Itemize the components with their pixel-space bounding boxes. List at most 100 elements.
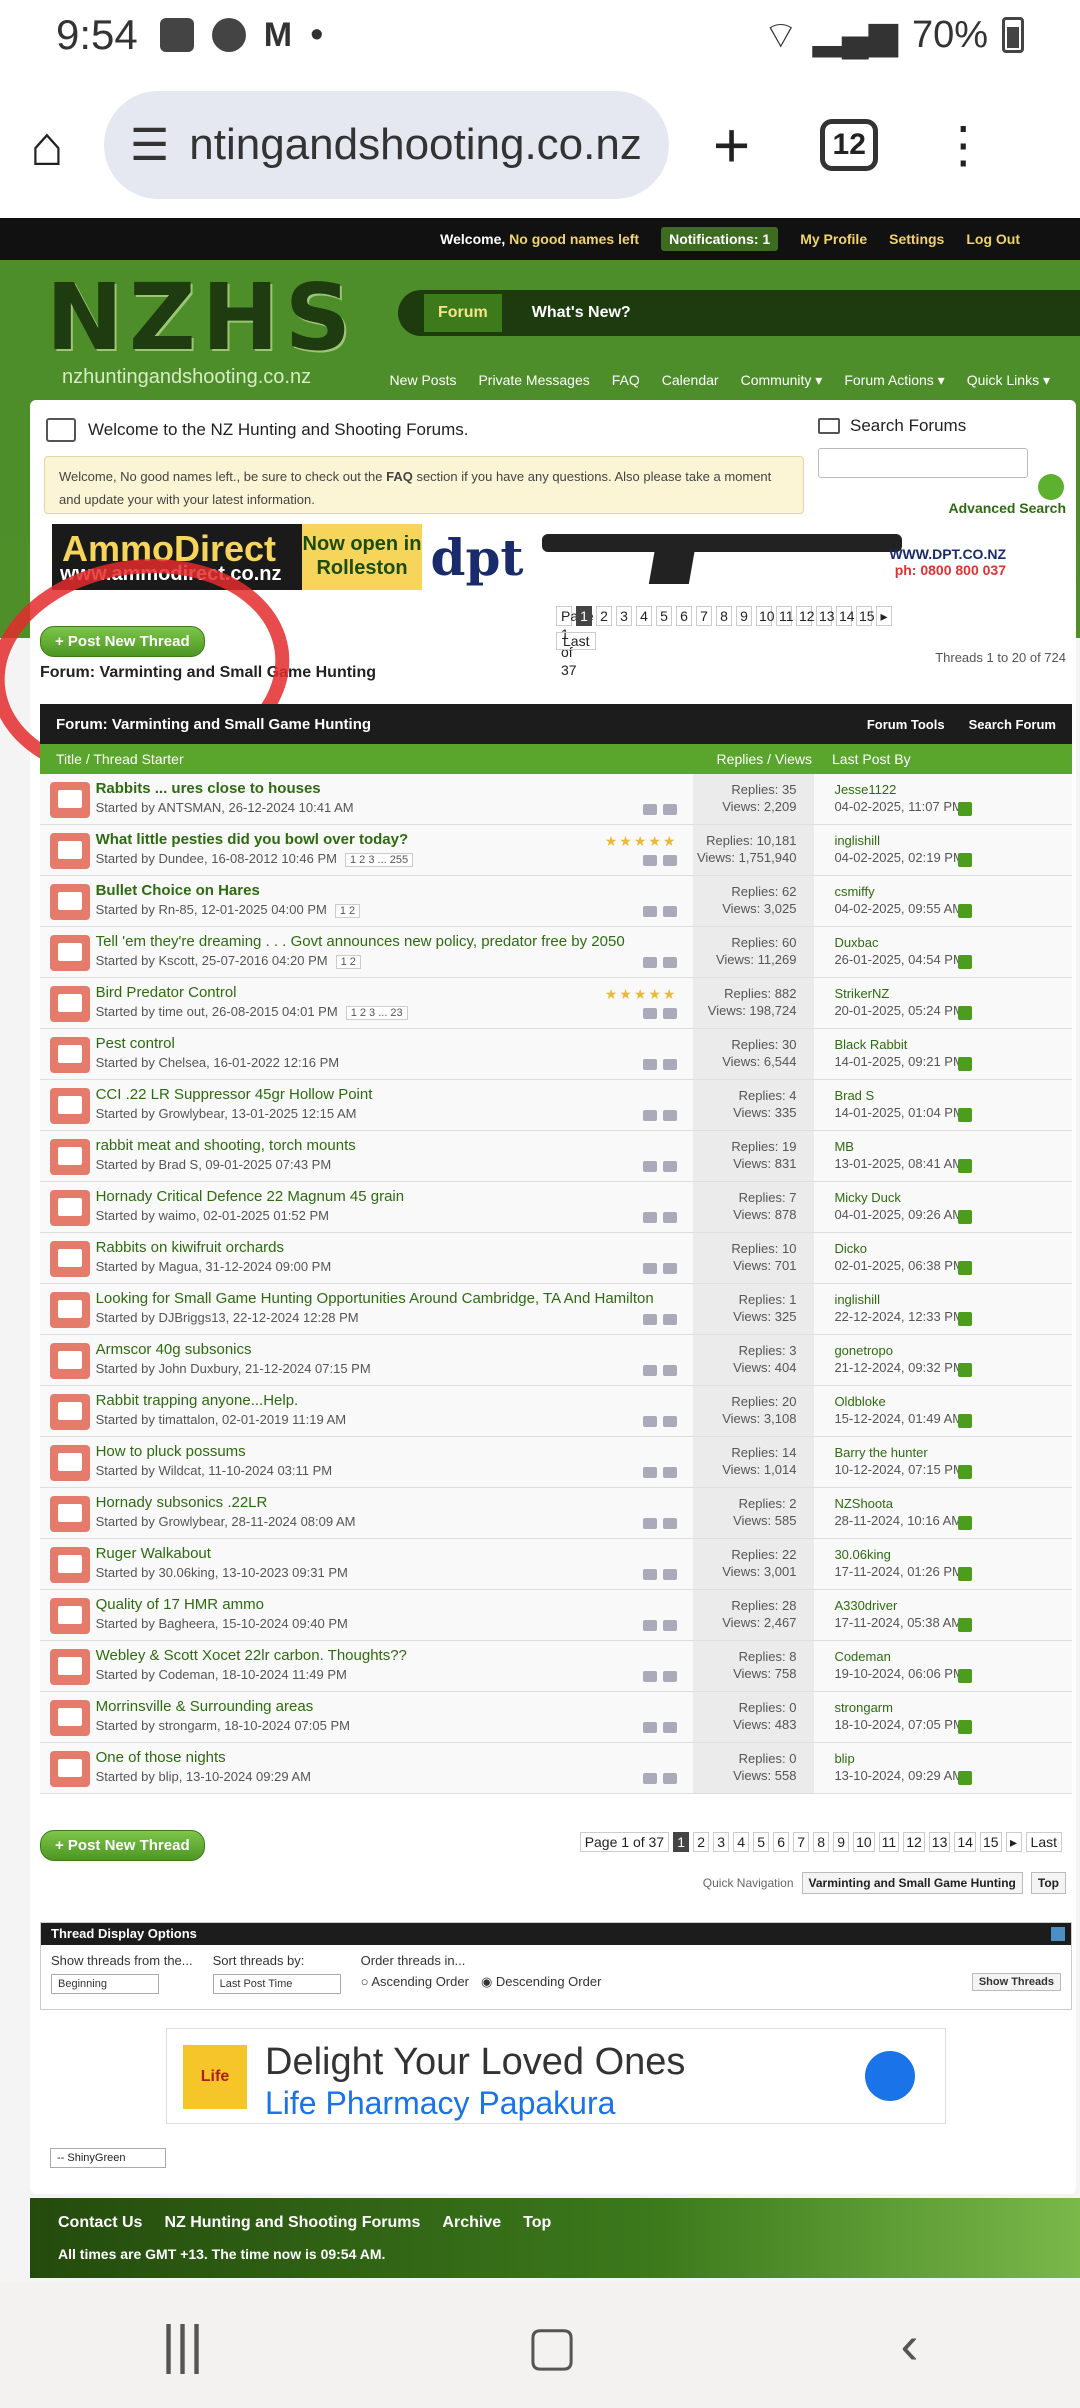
last-post-user[interactable]: csmiffy [834, 883, 1072, 900]
last-post-user[interactable]: inglishill [834, 832, 1072, 849]
my-profile-link[interactable]: My Profile [800, 231, 867, 247]
col-last-post-by[interactable]: Last Post By [812, 751, 911, 767]
home-icon[interactable]: ⌂ [30, 113, 64, 178]
table-row[interactable]: Hornady subsonics .22LR Started by Growly… [40, 1488, 1072, 1539]
page-12[interactable]: 12 [903, 1832, 925, 1852]
go-to-last-post-icon[interactable] [958, 1108, 973, 1122]
page-14[interactable]: 14 [954, 1832, 976, 1852]
table-row[interactable]: Rabbit trapping anyone...Help. Started by… [40, 1386, 1072, 1437]
thread-title-link[interactable]: Armscor 40g subsonics [96, 1341, 694, 1358]
forum-tools-dropdown[interactable]: Forum Tools [867, 717, 945, 732]
logout-link[interactable]: Log Out [966, 231, 1020, 247]
subnav-community[interactable]: Community ▾ [741, 372, 823, 389]
address-bar[interactable]: ☰ ntingandshooting.co.nz [103, 91, 669, 199]
go-to-last-post-icon[interactable] [958, 1210, 973, 1224]
page-of-label[interactable]: Page 1 of 37 [556, 606, 594, 678]
home-nav-icon[interactable]: ▢ [527, 2314, 578, 2377]
go-to-last-post-icon[interactable] [958, 1720, 973, 1734]
page-of-label[interactable]: Page 1 of 37 [579, 1832, 670, 1852]
page-5[interactable]: 5 [656, 606, 672, 626]
go-to-last-post-icon[interactable] [958, 1312, 973, 1326]
page-7[interactable]: 7 [696, 606, 712, 626]
page-5[interactable]: 5 [753, 1832, 770, 1852]
page-15[interactable]: 15 [856, 606, 875, 626]
last-post-user[interactable]: inglishill [834, 1291, 1072, 1308]
go-to-last-post-icon[interactable] [958, 904, 973, 918]
page-10[interactable]: 10 [756, 606, 775, 626]
next-page-icon[interactable]: ▸ [1005, 1832, 1022, 1852]
back-icon[interactable]: ‹ [901, 2314, 919, 2376]
footer-archive[interactable]: Archive [442, 2214, 501, 2232]
subnav-faq[interactable]: FAQ [612, 372, 640, 389]
page-12[interactable]: 12 [796, 606, 815, 626]
go-to-last-post-icon[interactable] [958, 802, 973, 816]
page-7[interactable]: 7 [793, 1832, 810, 1852]
search-input[interactable] [818, 448, 1028, 478]
last-post-user[interactable]: Barry the hunter [834, 1444, 1072, 1461]
go-to-last-post-icon[interactable] [958, 1057, 973, 1071]
subnav-new-posts[interactable]: New Posts [390, 372, 457, 389]
thread-title-link[interactable]: Quality of 17 HMR ammo [96, 1596, 694, 1613]
page-9[interactable]: 9 [833, 1832, 850, 1852]
thread-pages[interactable]: 1 2 3 ... 23 [345, 1006, 408, 1020]
thread-pages-text[interactable]: 1 2 3 ... 255 [344, 853, 414, 867]
thread-title-link[interactable]: Pest control [96, 1035, 694, 1052]
table-row[interactable]: Rabbits on kiwifruit orchards Started by … [40, 1233, 1072, 1284]
page-9[interactable]: 9 [736, 606, 752, 626]
username-link[interactable]: No good names left [509, 231, 639, 247]
site-logo[interactable]: NZHS nzhuntingandshooting.co.nz [46, 272, 356, 390]
page-2[interactable]: 2 [596, 606, 612, 626]
more-menu-icon[interactable]: ⋮ [938, 116, 988, 174]
dpt-ad[interactable]: WWW.DPT.CO.NZ ph: 0800 800 037 [532, 524, 1076, 590]
top-button[interactable]: Top [1030, 1872, 1066, 1894]
last-post-user[interactable]: Dicko [834, 1240, 1072, 1257]
collapse-icon[interactable] [1051, 1927, 1065, 1941]
last-post-user[interactable]: Jesse1122 [834, 781, 1072, 798]
notifications-dropdown[interactable]: Notifications: 1 [661, 227, 779, 251]
go-to-last-post-icon[interactable] [958, 1465, 973, 1479]
style-chooser[interactable]: -- ShinyGreen [50, 2148, 166, 2168]
page-13[interactable]: 13 [816, 606, 835, 626]
page-4[interactable]: 4 [733, 1832, 750, 1852]
footer-home[interactable]: NZ Hunting and Shooting Forums [164, 2214, 420, 2232]
thread-title-link[interactable]: Looking for Small Game Hunting Opportuni… [96, 1290, 694, 1307]
thread-pages-text[interactable]: 1 2 3 ... 23 [345, 1006, 408, 1020]
thread-title-link[interactable]: rabbit meat and shooting, torch mounts [96, 1137, 694, 1154]
page-11[interactable]: 11 [878, 1832, 900, 1852]
last-post-user[interactable]: Brad S [834, 1087, 1072, 1104]
tab-switcher-button[interactable]: 12 [820, 119, 879, 171]
footer-top[interactable]: Top [523, 2214, 551, 2232]
table-row[interactable]: CCI .22 LR Suppressor 45gr Hollow Point S… [40, 1080, 1072, 1131]
table-row[interactable]: One of those nights Started by blip, 13-1… [40, 1743, 1072, 1794]
quick-nav-select[interactable]: Varminting and Small Game Hunting [801, 1872, 1023, 1894]
last-post-user[interactable]: A330driver [834, 1597, 1072, 1614]
table-row[interactable]: How to pluck possums Started by Wildcat, … [40, 1437, 1072, 1488]
go-to-last-post-icon[interactable] [958, 1669, 973, 1683]
thread-title-link[interactable]: One of those nights [96, 1749, 694, 1766]
table-row[interactable]: Rabbits ... ures close to houses Started … [40, 774, 1072, 825]
page-6[interactable]: 6 [773, 1832, 790, 1852]
last-post-user[interactable]: strongarm [834, 1699, 1072, 1716]
thread-pages[interactable]: 1 2 3 ... 255 [344, 853, 414, 867]
thread-title-link[interactable]: Tell 'em they're dreaming . . . Govt ann… [96, 933, 694, 950]
table-row[interactable]: Webley & Scott Xocet 22lr carbon. Though… [40, 1641, 1072, 1692]
table-row[interactable]: Quality of 17 HMR ammo Started by Bagheer… [40, 1590, 1072, 1641]
site-settings-icon[interactable]: ☰ [130, 120, 169, 171]
thread-title-link[interactable]: Rabbit trapping anyone...Help. [96, 1392, 694, 1409]
page-2[interactable]: 2 [693, 1832, 710, 1852]
footer-contact-us[interactable]: Contact Us [58, 2214, 142, 2232]
last-post-user[interactable]: Oldbloke [834, 1393, 1072, 1410]
thread-pages-text[interactable]: 1 2 [335, 955, 361, 969]
pharmacy-ad[interactable]: Life Delight Your Loved Ones Life Pharma… [166, 2028, 946, 2124]
last-post-user[interactable]: NZShoota [834, 1495, 1072, 1512]
last-post-user[interactable]: Black Rabbit [834, 1036, 1072, 1053]
page-1[interactable]: 1 [673, 1832, 690, 1852]
sort-by-select[interactable]: Last Post Time [212, 1974, 341, 1994]
go-to-last-post-icon[interactable] [958, 1159, 973, 1173]
page-13[interactable]: 13 [928, 1832, 951, 1852]
thread-pages[interactable]: 1 2 [335, 955, 361, 969]
last-post-user[interactable]: MB [834, 1138, 1072, 1155]
page-15[interactable]: 15 [979, 1832, 1002, 1852]
thread-pages-text[interactable]: 1 2 [334, 904, 361, 918]
last-page-link[interactable]: Last [1025, 1832, 1062, 1852]
